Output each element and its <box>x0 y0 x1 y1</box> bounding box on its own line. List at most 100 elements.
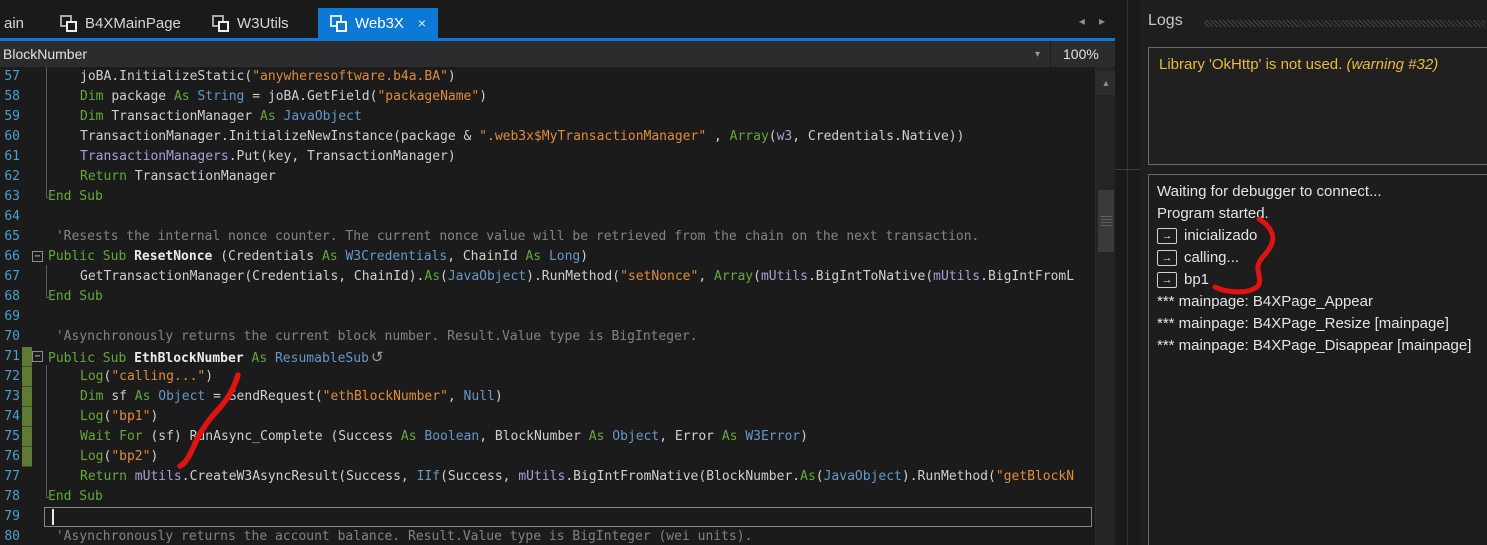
line-number: 59 <box>4 109 20 124</box>
logs-panel-title: Logs <box>1148 12 1183 29</box>
line-number: 60 <box>4 129 20 144</box>
scrollbar-thumb[interactable] <box>1098 190 1114 252</box>
changed-line-indicator <box>22 367 32 387</box>
code-line[interactable]: 62 Return TransactionManager <box>0 167 1095 187</box>
tab-web3x-active[interactable]: Web3X × <box>318 8 439 38</box>
log-output-list[interactable]: Waiting for debugger to connect... Progra… <box>1148 174 1487 545</box>
line-number: 77 <box>4 469 20 484</box>
pane-splitter[interactable] <box>1115 0 1140 545</box>
line-number: 74 <box>4 409 20 424</box>
warning-text: Library 'OkHttp' is not used. <box>1159 56 1347 73</box>
code-line[interactable]: 80 'Asynchronously returns the account b… <box>0 527 1095 545</box>
code-text: 'Resests the internal nonce counter. The… <box>48 229 980 244</box>
code-line[interactable]: 70 'Asynchronously returns the current b… <box>0 327 1095 347</box>
log-entry[interactable]: *** mainpage: B4XPage_Resize [mainpage] <box>1157 313 1480 335</box>
close-tab-icon[interactable]: × <box>418 15 426 31</box>
editor-vertical-scrollbar[interactable]: ▲ <box>1095 67 1116 545</box>
code-line[interactable]: 57 joBA.InitializeStatic("anywheresoftwar… <box>0 67 1095 87</box>
line-number: 66 <box>4 249 20 264</box>
module-icon <box>330 14 347 32</box>
line-number: 68 <box>4 289 20 304</box>
code-line[interactable]: 76 Log("bp2") <box>0 447 1095 467</box>
log-arrow-icon: → <box>1157 250 1177 266</box>
line-number: 76 <box>4 449 20 464</box>
tab-main-partial[interactable]: ain <box>0 8 28 38</box>
code-line[interactable]: 72 Log("calling...") <box>0 367 1095 387</box>
code-line[interactable]: 63 End Sub <box>0 187 1095 207</box>
code-line[interactable]: 75 Wait For (sf) RunAsync_Complete (Succe… <box>0 427 1095 447</box>
warning-number: (warning #32) <box>1346 56 1439 73</box>
code-line[interactable]: 74 Log("bp1") <box>0 407 1095 427</box>
line-number: 72 <box>4 369 20 384</box>
code-editor[interactable]: 57 joBA.InitializeStatic("anywheresoftwar… <box>0 67 1095 545</box>
fold-collapse-icon[interactable]: − <box>32 251 43 262</box>
code-text: TransactionManager.InitializeNewInstance… <box>80 129 965 144</box>
line-number: 79 <box>4 509 20 524</box>
chevron-down-icon: ▾ <box>1034 48 1040 60</box>
tab-b4xmainpage[interactable]: B4XMainPage <box>48 8 193 38</box>
panel-drag-handle[interactable] <box>1204 20 1485 27</box>
log-entry-text: calling... <box>1184 249 1240 266</box>
log-entry[interactable]: → bp1 <box>1157 269 1480 291</box>
log-entry[interactable]: *** mainpage: B4XPage_Disappear [mainpag… <box>1157 335 1480 357</box>
log-entry[interactable]: *** mainpage: B4XPage_Appear <box>1157 291 1480 313</box>
line-number: 69 <box>4 309 20 324</box>
tab-label: W3Utils <box>237 14 289 32</box>
log-entry-text: Waiting for debugger to connect... <box>1157 183 1382 200</box>
line-number: 58 <box>4 89 20 104</box>
line-number: 80 <box>4 529 20 544</box>
line-number: 61 <box>4 149 20 164</box>
code-line[interactable]: 61 TransactionManagers.Put(key, Transacti… <box>0 147 1095 167</box>
code-line[interactable]: 69 <box>0 307 1095 327</box>
log-entry-text: bp1 <box>1184 271 1210 288</box>
tab-label: B4XMainPage <box>85 14 181 32</box>
code-text: Return TransactionManager <box>80 169 276 184</box>
compiler-warnings-box[interactable]: Library 'OkHttp' is not used. (warning #… <box>1148 47 1487 165</box>
logs-panel-header[interactable]: Logs <box>1140 10 1487 38</box>
code-text: Wait For (sf) RunAsync_Complete (Success… <box>80 429 808 444</box>
code-line[interactable]: 79 <box>0 507 1095 527</box>
code-line[interactable]: 67 GetTransactionManager(Credentials, Cha… <box>0 267 1095 287</box>
tab-label: ain <box>4 14 25 32</box>
log-entry[interactable]: Waiting for debugger to connect... <box>1157 181 1480 203</box>
code-line[interactable]: 60 TransactionManager.InitializeNewInstan… <box>0 127 1095 147</box>
log-entry-text: *** mainpage: B4XPage_Disappear [mainpag… <box>1157 337 1472 354</box>
code-text: Public Sub EthBlockNumber As ResumableSu… <box>48 348 384 366</box>
logs-panel: Logs Library 'OkHttp' is not used. (warn… <box>1140 0 1487 545</box>
tab-w3utils[interactable]: W3Utils <box>200 8 301 38</box>
code-text: Dim TransactionManager As JavaObject <box>80 109 362 124</box>
code-line[interactable]: 73 Dim sf As Object = SendRequest("ethBlo… <box>0 387 1095 407</box>
code-line[interactable]: 58 Dim package As String = joBA.GetField(… <box>0 87 1095 107</box>
code-line[interactable]: 77 Return mUtils.CreateW3AsyncResult(Succ… <box>0 467 1095 487</box>
scroll-tabs-left-icon[interactable]: ◂ <box>1079 14 1085 28</box>
code-pane: ain B4XMainPage W3Utils Web3X × ◂ ▸ ▾ <box>0 0 1140 545</box>
code-line[interactable]: 64 <box>0 207 1095 227</box>
code-line[interactable]: 59 Dim TransactionManager As JavaObject <box>0 107 1095 127</box>
code-line[interactable]: 65 'Resests the internal nonce counter. … <box>0 227 1095 247</box>
scroll-tabs-right-icon[interactable]: ▸ <box>1099 14 1105 28</box>
code-text: GetTransactionManager(Credentials, Chain… <box>80 269 1075 284</box>
code-text: Public Sub ResetNonce (Credentials As W3… <box>48 249 589 264</box>
code-line[interactable]: 71 − Public Sub EthBlockNumber As Resumabl… <box>0 347 1095 367</box>
fold-collapse-icon[interactable]: − <box>32 351 43 362</box>
log-arrow-icon: → <box>1157 272 1177 288</box>
text-caret <box>52 509 54 525</box>
changed-line-indicator <box>22 347 32 367</box>
code-text: Dim sf As Object = SendRequest("ethBlock… <box>80 389 503 404</box>
line-number: 70 <box>4 329 20 344</box>
code-line[interactable]: 66 − Public Sub ResetNonce (Credentials As… <box>0 247 1095 267</box>
log-entry[interactable]: Program started. <box>1157 203 1480 225</box>
code-line[interactable]: 68 End Sub <box>0 287 1095 307</box>
log-entry[interactable]: → inicializado <box>1157 225 1480 247</box>
log-entry[interactable]: → calling... <box>1157 247 1480 269</box>
line-number: 57 <box>4 69 20 84</box>
scrollbar-up-arrow-icon[interactable]: ▲ <box>1096 71 1116 95</box>
sub-navigation-bar: BlockNumber ▾ 100% ▾ <box>0 41 1135 68</box>
changed-line-indicator <box>22 427 32 447</box>
code-text: TransactionManagers.Put(key, Transaction… <box>80 149 456 164</box>
changed-line-indicator <box>22 447 32 467</box>
code-line[interactable]: 78 End Sub <box>0 487 1095 507</box>
code-text: 'Asynchronously returns the account bala… <box>48 529 753 544</box>
sub-selector-dropdown[interactable]: BlockNumber ▾ <box>0 41 1050 67</box>
zoom-level-value: 100% <box>1063 46 1099 62</box>
